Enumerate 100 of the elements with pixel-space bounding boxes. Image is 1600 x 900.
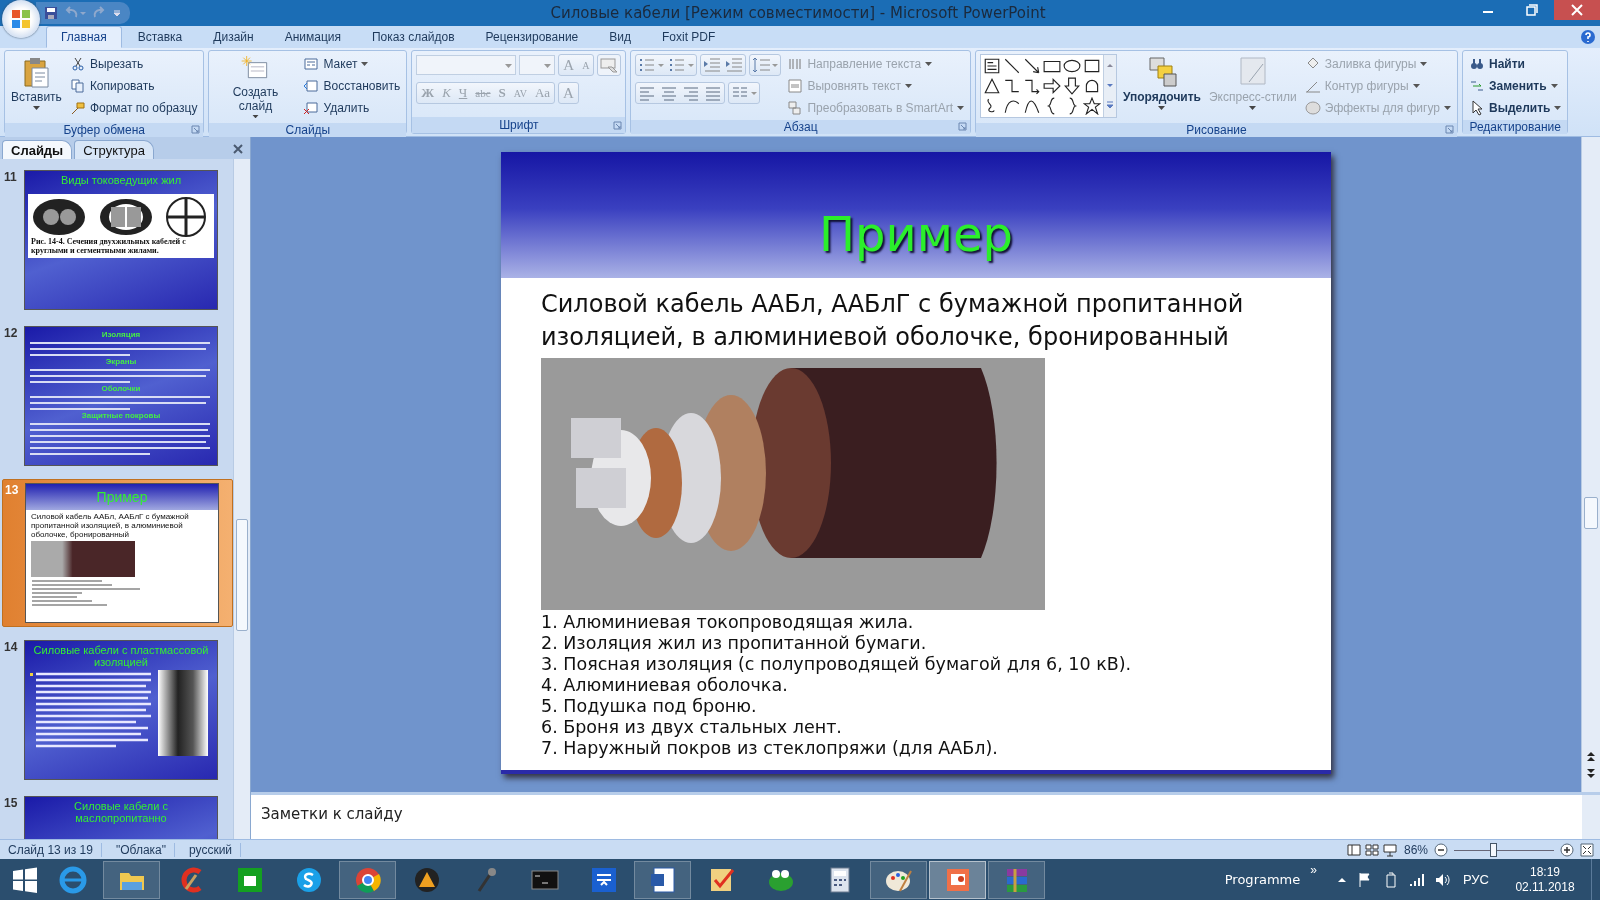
zoom-in-icon[interactable]	[1560, 842, 1574, 857]
slide-thumbnail[interactable]: Виды токоведущих жил Рис. 14-4. Сечения двухжильных кабелей с круглыми и сегментными жилами.	[24, 170, 218, 310]
smartart-icon	[787, 99, 804, 116]
office-button[interactable]	[2, 0, 40, 38]
scroll-thumb[interactable]	[236, 519, 248, 631]
taskbar-button[interactable]	[988, 860, 1045, 899]
taskbar-button[interactable]	[339, 860, 396, 899]
taskbar-button[interactable]	[870, 860, 927, 899]
help-icon[interactable]	[1580, 29, 1596, 45]
taskbar-button[interactable]	[103, 860, 160, 899]
office-logo-icon	[9, 7, 33, 31]
dialog-launcher-icon[interactable]	[1444, 125, 1454, 134]
ribbon-button[interactable]: Заменить	[1466, 76, 1564, 95]
arc-icon[interactable]	[1002, 97, 1021, 115]
ribbon-tab[interactable]: Дизайн	[198, 26, 269, 48]
reset-icon	[303, 77, 320, 94]
thumbnail-row[interactable]: 14 Силовые кабели с пластмассовой изоляцией	[2, 637, 233, 783]
zoom-level[interactable]: 86%	[1403, 842, 1428, 857]
thumbnail-title: Пример	[96, 491, 148, 503]
slide-number: 14	[4, 640, 19, 656]
scissors-icon	[69, 55, 86, 72]
elbow-arrow-icon[interactable]	[1022, 77, 1041, 95]
scroll-thumb[interactable]	[1584, 497, 1598, 529]
zoom-out-icon[interactable]	[1434, 842, 1448, 857]
caret-icon	[925, 61, 933, 66]
ribbon-button[interactable]: Найти	[1466, 54, 1564, 73]
align-text-icon	[787, 77, 804, 94]
curve-icon[interactable]	[1022, 97, 1041, 115]
ribbon-large-button[interactable]: Упорядочить	[1120, 54, 1203, 120]
font-size-field[interactable]	[519, 55, 556, 75]
dialog-launcher-icon[interactable]	[613, 121, 623, 130]
figure-caption: Рис. 14-4. Сечения двухжильных кабелей с круглыми и сегментными жилами.	[31, 237, 187, 255]
star-icon[interactable]	[1082, 97, 1101, 115]
right-arrow-icon[interactable]	[1042, 77, 1061, 95]
dialog-launcher-icon[interactable]	[957, 122, 967, 131]
close-icon[interactable]	[1554, 0, 1600, 20]
next-slide-icon[interactable]	[1585, 768, 1597, 780]
ribbon-large-button[interactable]: Создать слайд	[213, 54, 298, 120]
slide-sorter-icon[interactable]	[1363, 842, 1380, 857]
font-name-field[interactable]	[416, 55, 517, 75]
ribbon-tab[interactable]: Главная	[46, 26, 122, 48]
elbow-connector-icon[interactable]	[1002, 77, 1021, 95]
down-arrow-icon[interactable]	[1062, 77, 1081, 95]
normal-view-icon[interactable]	[1345, 842, 1362, 857]
thumbnail-row[interactable]: 12 Изоляция Экраны Оболочки Защитные покровы	[2, 323, 233, 469]
section-heading: Изоляция	[100, 330, 142, 339]
ribbon-tab[interactable]: Вид	[594, 26, 646, 48]
taskbar-button[interactable]	[634, 860, 691, 899]
dialog-launcher-icon[interactable]	[191, 125, 201, 134]
scrollbar[interactable]	[233, 159, 250, 839]
taskbar-button[interactable]	[929, 860, 986, 899]
caret-icon	[1554, 105, 1562, 110]
ribbon-button[interactable]: Удалить	[301, 98, 403, 117]
text-box-icon[interactable]	[982, 57, 1001, 75]
slide-thumbnail[interactable]: Силовые кабели с пластмассовой изоляцией	[24, 640, 218, 780]
ribbon-large-button[interactable]: Вставить	[9, 54, 64, 120]
ribbon-button[interactable]: Выделить	[1466, 98, 1564, 117]
panel-tab[interactable]: Слайды	[2, 140, 73, 159]
notes-field[interactable]: Заметки к слайду	[251, 795, 1582, 839]
slideshow-icon[interactable]	[1381, 842, 1398, 857]
thumbnail-row[interactable]: 11 Виды токоведущих жил Рис. 14-4. Сечения двухжильных кабелей с круглыми и сегментными жилами.	[2, 167, 233, 313]
zoom-slider[interactable]	[1454, 842, 1554, 857]
scrollbar[interactable]	[1581, 137, 1600, 792]
arrow-icon[interactable]	[1022, 57, 1041, 75]
ribbon-tab[interactable]: Показ слайдов	[357, 26, 470, 48]
clock[interactable]: 18:19 02.11.2018	[1505, 864, 1585, 895]
save-icon[interactable]	[44, 6, 58, 20]
customize-caret-icon[interactable]	[112, 8, 122, 18]
status-text: "Облака"	[107, 842, 175, 857]
slide-thumbnail[interactable]: Изоляция Экраны Оболочки Защитные покровы	[24, 326, 218, 466]
line-spacing-icon[interactable]	[750, 55, 781, 75]
thumbnail-row[interactable]: 15 Силовые кабели с маслопропитанно	[2, 793, 233, 839]
scrollbar[interactable]	[1582, 795, 1600, 839]
ribbon-tab[interactable]: Foxit PDF	[647, 26, 731, 48]
ribbon-button[interactable]: Восстановить	[301, 76, 403, 95]
fit-window-icon[interactable]	[1580, 842, 1594, 857]
language-indicator[interactable]: РУС	[1462, 872, 1489, 887]
ribbon-tab[interactable]: Анимация	[269, 26, 356, 48]
ribbon-tab[interactable]: Вставка	[122, 26, 198, 48]
ribbon-button[interactable]: Копировать	[67, 76, 200, 95]
clock-date: 02.11.2018	[1515, 879, 1575, 895]
rounded-rectangle-icon[interactable]	[1082, 57, 1101, 75]
slide-thumbnail[interactable]: Пример Силовой кабель ААБл, ААБлГ с бумажной пропитанной изоляцией, в алюминиевой оболочке, бронированный	[25, 483, 219, 623]
caret-icon	[1443, 105, 1451, 110]
triangle-icon[interactable]	[982, 77, 1001, 95]
zoom-slider-thumb[interactable]	[1490, 842, 1497, 857]
start-icon[interactable]	[11, 865, 39, 894]
ribbon-button[interactable]: Вырезать	[67, 54, 200, 73]
slide-title: Пример	[819, 206, 1013, 262]
selected-thumbnail-frame[interactable]: 13 Пример Силовой кабель ААБл, ААБлГ с бумажной пропитанной изоляцией, в алюминиевой оболочке, бронированный	[2, 479, 233, 627]
chevron-button[interactable]: »	[1310, 863, 1317, 877]
panel-tab[interactable]: Структура	[74, 140, 154, 159]
ribbon-button[interactable]: Формат по образцу	[67, 98, 200, 117]
close-icon[interactable]	[232, 143, 244, 155]
ribbon-button[interactable]: Макет	[301, 54, 403, 73]
ribbon-tab[interactable]: Рецензирование	[470, 26, 594, 48]
line-icon[interactable]	[1002, 57, 1021, 75]
slide-thumbnail[interactable]: Силовые кабели с маслопропитанно	[24, 796, 218, 839]
toolbar-label[interactable]: Programme	[1224, 872, 1301, 887]
previous-slide-icon[interactable]	[1585, 750, 1597, 762]
